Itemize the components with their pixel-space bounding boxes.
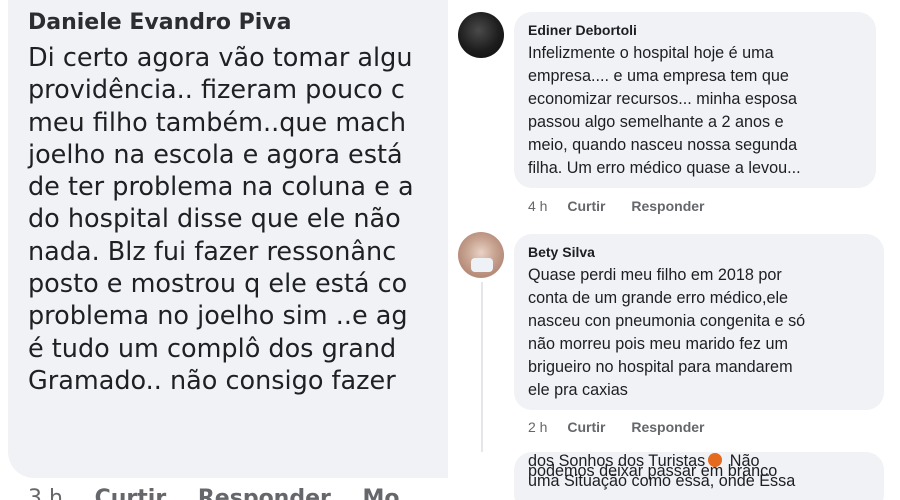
comment-text-line: empresa.... e uma empresa tem que [528, 67, 789, 85]
reply-link[interactable]: Responder [198, 486, 331, 500]
reply-link[interactable]: Responder [631, 198, 704, 214]
comment-text-line: nasceu con pneumonia congenita e só [528, 312, 806, 330]
comment-bubble: Ediner Debortoli Infelizmente o hospital… [514, 12, 876, 188]
more-link[interactable]: Mo [363, 486, 400, 500]
enlarged-comment-bubble: Daniele Evandro Piva Di certo agora vão … [8, 0, 508, 478]
comment-text-line: não morreu pois meu marido fez um [528, 335, 789, 353]
reply-thread-line [481, 282, 483, 452]
comment-bubble: Bety Silva Quase perdi meu filho em 2018… [514, 234, 884, 410]
comment-text-line: ele pra caxias [528, 381, 628, 399]
comment-text-line: providência.. fizeram pouco c [28, 75, 405, 106]
comment-time[interactable]: 3 h [28, 486, 63, 500]
comment-time[interactable]: 2 h [528, 419, 547, 435]
comment-author[interactable]: Bety Silva [528, 244, 872, 260]
comment-text: Di certo agora vão tomar algu providênci… [28, 42, 414, 397]
comment-actions: 4 h Curtir Responder [528, 198, 727, 214]
comment-actions: 2 h Curtir Responder [528, 419, 727, 435]
comment-author[interactable]: Daniele Evandro Piva [28, 10, 291, 35]
comment-text-line: filha. Um erro médico quase a levou... [528, 159, 801, 177]
comment-actions: 3 h Curtir Responder Mo [28, 486, 424, 500]
comment-text-line: posto e mostrou q ele está co [28, 269, 408, 300]
comment-text-line: joelho na escola e agora está [28, 139, 403, 170]
comment-text-line: problema no joelho sim ..e ag [28, 301, 408, 332]
comment-text-line: Di certo agora vão tomar algu [28, 43, 413, 73]
avatar[interactable] [458, 12, 504, 58]
comments-panel: Ediner Debortoli Infelizmente o hospital… [448, 0, 900, 500]
comment-bubble: dos Sonhos dos Turistas Não podemos deix… [514, 452, 884, 500]
avatar[interactable] [458, 232, 504, 278]
comment-text-line: meu filho também..que mach [28, 107, 406, 138]
comment-time[interactable]: 4 h [528, 198, 547, 214]
comment-text-line: Gramado.. não consigo fazer [28, 365, 396, 396]
comment-text-line: nada. Blz fui fazer ressonânc [28, 236, 397, 267]
comment-author[interactable]: Ediner Debortoli [528, 22, 864, 38]
comment-text-line: meio, quando nasceu nossa segunda [528, 136, 798, 154]
like-link[interactable]: Curtir [567, 419, 605, 435]
like-link[interactable]: Curtir [567, 198, 605, 214]
comment-text-line: é tudo um complô dos grand [28, 333, 397, 364]
comment-text-line: conta de um grande erro médico,ele [528, 289, 789, 307]
comment-text-line: do hospital disse que ele não [28, 204, 401, 235]
comment-text-line: economizar recursos... minha esposa [528, 90, 798, 108]
comment-text-line: brigueiro no hospital para mandarem [528, 358, 793, 376]
like-link[interactable]: Curtir [95, 486, 167, 500]
reply-link[interactable]: Responder [631, 419, 704, 435]
comment-text-line: de ter problema na coluna e a [28, 172, 414, 203]
comment-text-line: passou algo semelhante a 2 anos e [528, 113, 784, 131]
comment-text-line: uma Situação como essa, onde Essa [528, 472, 796, 490]
comment-text-line: Quase perdi meu filho em 2018 por [528, 266, 782, 284]
comment-text-line: Infelizmente o hospital hoje é uma [528, 44, 774, 62]
